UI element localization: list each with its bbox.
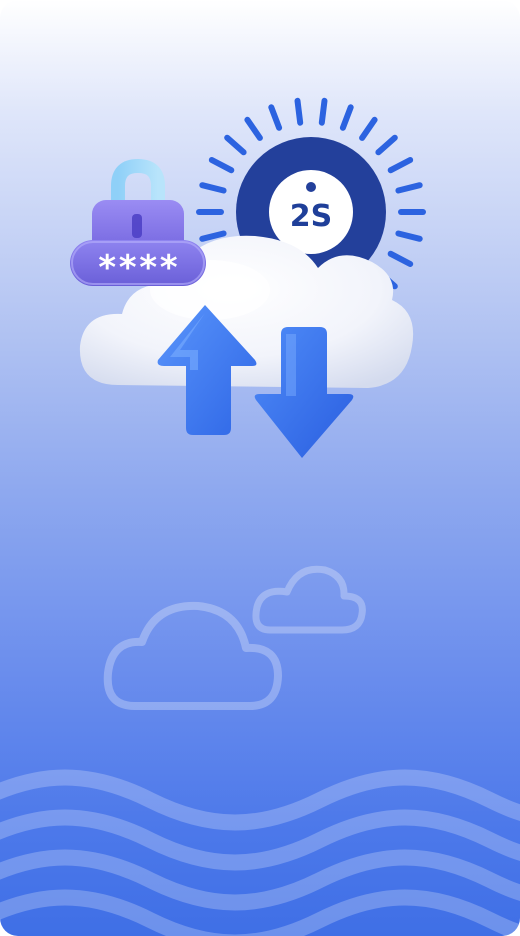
- sun-ray: [244, 116, 263, 141]
- sun-ray: [268, 104, 283, 131]
- sun-ray: [387, 250, 414, 267]
- splash-screen: 2S ****: [0, 0, 520, 936]
- sun-ray: [318, 97, 328, 126]
- sun-ray: [375, 134, 398, 156]
- sun-ray: [395, 230, 423, 242]
- sun-ray: [395, 182, 423, 194]
- sun-ray: [208, 157, 235, 174]
- sun-ray: [294, 97, 304, 126]
- hero-illustration: 2S ****: [70, 97, 426, 458]
- sun-ray: [359, 116, 378, 141]
- logo-text: 2S: [290, 199, 332, 234]
- sun-ray: [199, 230, 227, 242]
- sun-ray: [224, 134, 247, 156]
- sun-ray: [339, 104, 354, 131]
- sun-ray: [387, 157, 414, 174]
- password-mask: ****: [97, 248, 179, 288]
- sun-ray: [199, 182, 227, 194]
- padlock-icon: ****: [70, 158, 206, 288]
